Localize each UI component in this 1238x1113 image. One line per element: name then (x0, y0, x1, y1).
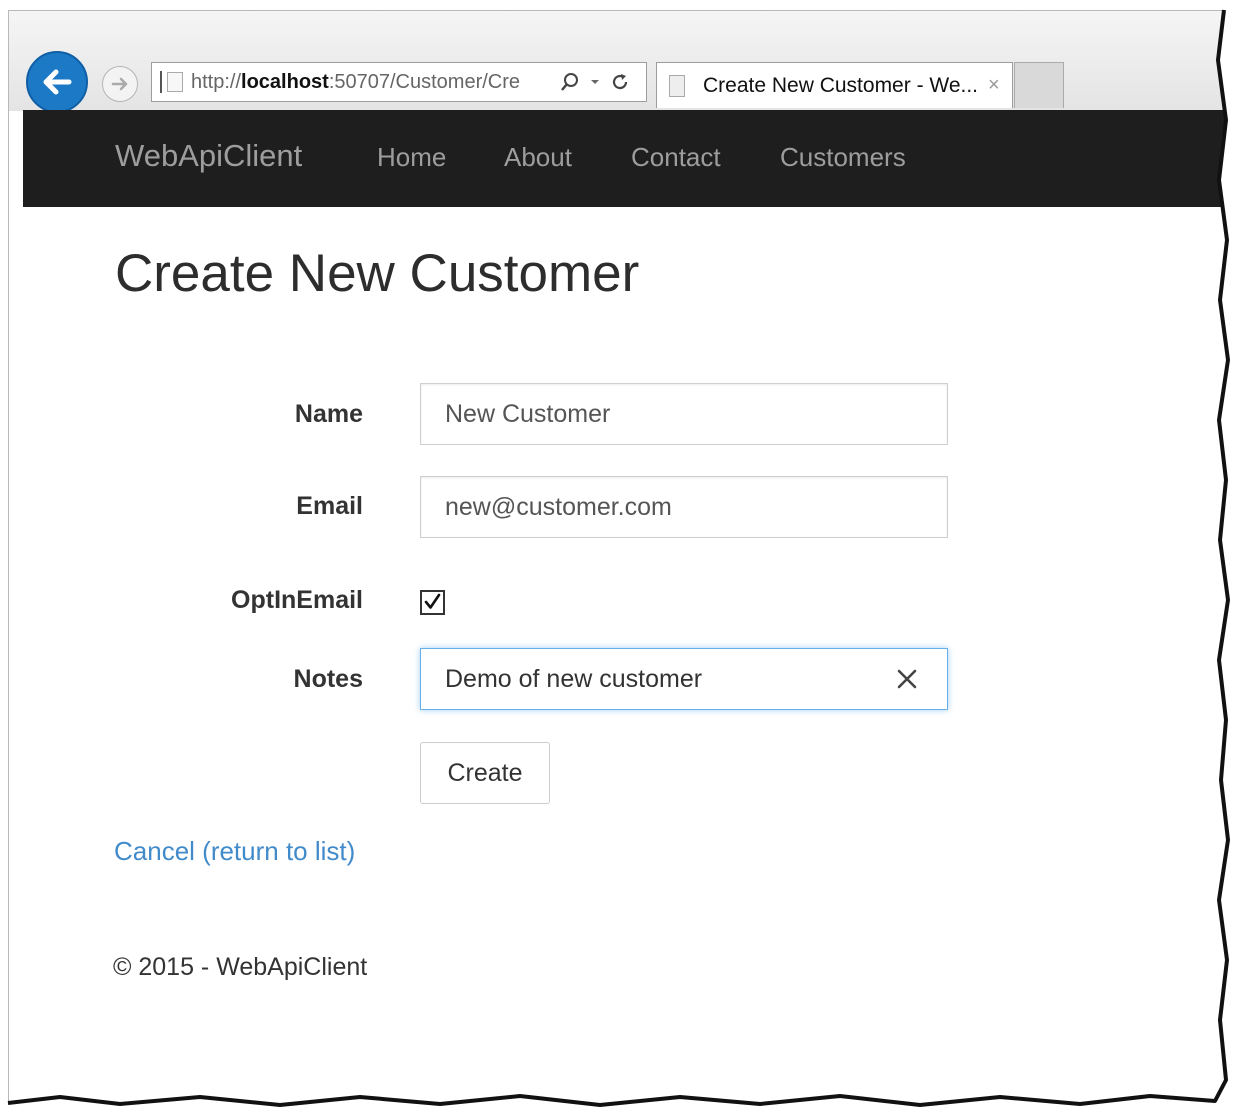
page-icon (669, 74, 685, 97)
search-icon[interactable] (559, 71, 581, 93)
address-divider (160, 71, 162, 93)
close-tab-icon[interactable]: × (988, 74, 1000, 97)
notes-label: Notes (293, 665, 363, 693)
browser-toolbar: http://localhost:50707/Customer/Cre Crea… (9, 11, 1225, 113)
forward-button[interactable] (102, 66, 138, 102)
email-label: Email (296, 492, 363, 520)
footer-text: © 2015 - WebApiClient (113, 953, 368, 981)
brand-link[interactable]: WebApiClient (115, 138, 302, 174)
refresh-icon[interactable] (609, 71, 631, 93)
optin-email-checkbox[interactable] (420, 590, 445, 615)
browser-window: http://localhost:50707/Customer/Cre Crea… (8, 10, 1225, 1103)
address-bar[interactable]: http://localhost:50707/Customer/Cre (151, 62, 647, 102)
arrow-left-icon (43, 69, 72, 95)
name-label: Name (294, 400, 363, 428)
url-text[interactable]: http://localhost:50707/Customer/Cre (191, 71, 551, 94)
create-button[interactable]: Create (420, 742, 550, 804)
notes-input[interactable] (420, 648, 948, 710)
navbar: WebApiClient Home About Contact Customer… (23, 110, 1225, 207)
nav-home[interactable]: Home (377, 142, 446, 173)
email-input[interactable] (420, 476, 948, 538)
new-tab-button[interactable] (1014, 62, 1064, 108)
tab-create-new-customer[interactable]: Create New Customer - We... × (656, 62, 1013, 108)
tab-title: Create New Customer - We... (703, 73, 979, 97)
nav-customers[interactable]: Customers (780, 142, 906, 173)
chevron-down-icon[interactable] (589, 71, 601, 93)
nav-about[interactable]: About (504, 142, 572, 173)
optin-email-label: OptInEmail (231, 586, 363, 614)
cancel-link[interactable]: Cancel (return to list) (114, 836, 355, 867)
page-title: Create New Customer (115, 244, 640, 303)
arrow-right-icon (111, 77, 128, 91)
page-icon (167, 72, 183, 92)
name-input[interactable] (420, 383, 948, 445)
clear-input-icon[interactable] (892, 661, 922, 697)
back-button[interactable] (26, 51, 88, 113)
checkmark-icon (424, 593, 441, 609)
nav-contact[interactable]: Contact (631, 142, 721, 173)
